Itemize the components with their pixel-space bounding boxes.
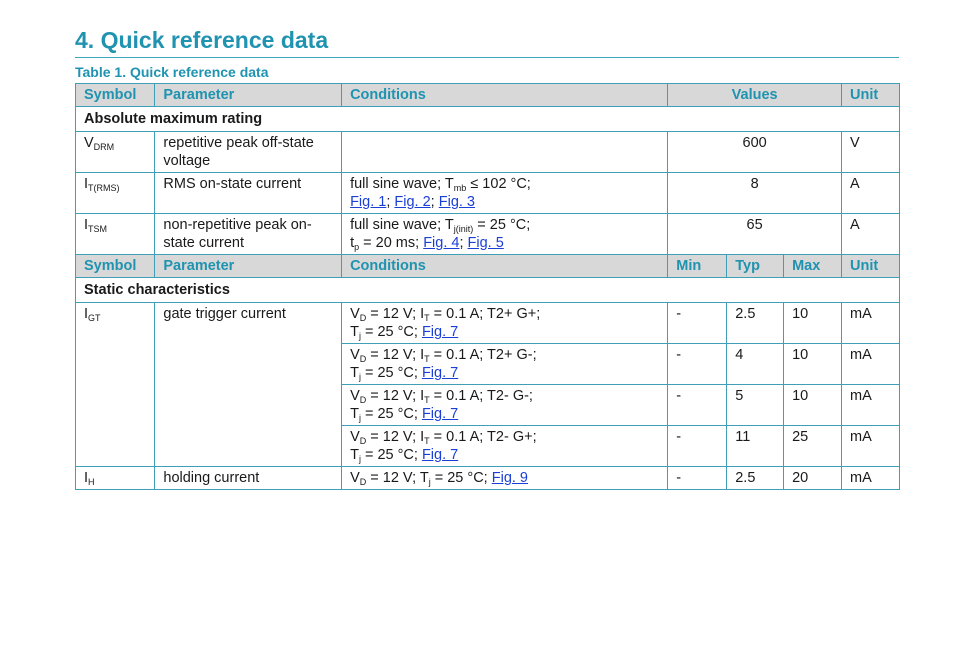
symbol-cell: VDRM (74, 131, 156, 173)
symbol-sub: T(RMS) (88, 183, 120, 193)
col-header-unit: Unit (841, 254, 900, 278)
conditions-cell: VD = 12 V; IT = 0.1 A; T2+ G-; Tj = 25 °C… (341, 343, 669, 385)
unit-cell: A (841, 172, 900, 214)
table-row: VDRM repetitive peak off-state voltage 6… (74, 131, 900, 173)
condition-text: ≤ 102 °C; (466, 176, 531, 192)
unit-cell: mA (841, 425, 900, 467)
polarity-text: T2- G+; (487, 429, 537, 445)
max-cell: 20 (783, 466, 843, 490)
typ-cell: 2.5 (726, 302, 785, 344)
condition-sub: j(init) (453, 224, 474, 234)
col-header-max: Max (783, 254, 843, 278)
table-row: IT(RMS) RMS on-state current full sine w… (74, 172, 900, 214)
conditions-cell: VD = 12 V; IT = 0.1 A; T2- G+; Tj = 25 °C… (341, 425, 669, 467)
group-label: Static characteristics (75, 277, 900, 303)
figure-link[interactable]: Fig. 7 (422, 324, 458, 340)
group-row-static: Static characteristics (75, 277, 900, 303)
min-cell: - (667, 384, 728, 426)
group-label: Absolute maximum rating (75, 106, 900, 132)
table-header-row: Symbol Parameter Conditions Values Unit (74, 83, 900, 107)
datasheet-page: 4. Quick reference data Table 1. Quick r… (0, 0, 974, 649)
col-header-parameter: Parameter (154, 254, 343, 278)
value-cell: 600 (667, 131, 843, 173)
polarity-text: T2+ G-; (487, 347, 537, 363)
min-cell: - (667, 302, 728, 344)
unit-cell: mA (841, 302, 900, 344)
conditions-cell: VD = 12 V; Tj = 25 °C; Fig. 9 (341, 466, 669, 490)
unit-cell: V (841, 131, 900, 173)
unit-cell: A (841, 213, 900, 255)
max-cell: 10 (783, 384, 843, 426)
parameter-cell: gate trigger current (154, 302, 343, 467)
col-header-typ: Typ (726, 254, 785, 278)
symbol-sub: DRM (93, 142, 115, 152)
conditions-cell: full sine wave; Tj(init) = 25 °C; tp = 2… (341, 213, 669, 255)
typ-cell: 11 (726, 425, 785, 467)
unit-cell: mA (841, 466, 900, 490)
symbol-cell: IGT (74, 302, 156, 467)
col-header-conditions: Conditions (341, 83, 669, 107)
figure-link[interactable]: Fig. 7 (422, 406, 458, 422)
title-divider (75, 57, 899, 58)
min-cell: - (667, 466, 728, 490)
parameter-cell: holding current (154, 466, 343, 490)
figure-link[interactable]: Fig. 7 (422, 447, 458, 463)
quick-reference-table: Symbol Parameter Conditions Values Unit … (74, 83, 900, 490)
table-subheader-row: Symbol Parameter Conditions Min Typ Max … (74, 254, 900, 278)
polarity-text: T2+ G+; (487, 306, 541, 322)
col-header-symbol: Symbol (74, 254, 156, 278)
conditions-cell: VD = 12 V; IT = 0.1 A; T2+ G+; Tj = 25 °C… (341, 302, 669, 344)
table-caption: Table 1. Quick reference data (75, 64, 269, 80)
min-cell: - (667, 343, 728, 385)
symbol-cell: IH (74, 466, 156, 490)
group-row-absolute-max: Absolute maximum rating (75, 106, 900, 132)
figure-link[interactable]: Fig. 7 (422, 365, 458, 381)
min-cell: - (667, 425, 728, 467)
table-row: ITSM non-repetitive peak on-state curren… (74, 213, 900, 255)
symbol-cell: IT(RMS) (74, 172, 156, 214)
parameter-cell: repetitive peak off-state voltage (154, 131, 343, 173)
table-row: IGT gate trigger current VD = 12 V; IT =… (74, 302, 900, 467)
figure-link[interactable]: Fig. 3 (439, 194, 475, 210)
symbol-main: V (84, 135, 94, 151)
conditions-cell (341, 131, 669, 173)
figure-link[interactable]: Fig. 9 (492, 470, 528, 486)
col-header-unit: Unit (841, 83, 900, 107)
condition-text: full sine wave; T (350, 176, 454, 192)
col-header-parameter: Parameter (154, 83, 343, 107)
condition-text: = 20 ms; (359, 235, 424, 251)
figure-link[interactable]: Fig. 1 (350, 194, 386, 210)
typ-cell: 4 (726, 343, 785, 385)
col-header-values: Values (667, 83, 843, 107)
typ-cell: 5 (726, 384, 785, 426)
symbol-cell: ITSM (74, 213, 156, 255)
max-cell: 25 (783, 425, 843, 467)
col-header-conditions: Conditions (341, 254, 669, 278)
value-cell: 8 (667, 172, 843, 214)
symbol-sub: H (88, 477, 95, 487)
condition-text: full sine wave; T (350, 217, 454, 233)
condition-text: = 25 °C; (473, 217, 531, 233)
parameter-cell: RMS on-state current (154, 172, 343, 214)
value-cell: 65 (667, 213, 843, 255)
parameter-cell: non-repetitive peak on-state current (154, 213, 343, 255)
unit-cell: mA (841, 343, 900, 385)
conditions-cell: full sine wave; Tmb ≤ 102 °C; Fig. 1; Fi… (341, 172, 669, 214)
symbol-sub: GT (88, 313, 101, 323)
table-row: IH holding current VD = 12 V; Tj = 25 °C… (74, 466, 900, 490)
col-header-symbol: Symbol (74, 83, 156, 107)
typ-cell: 2.5 (726, 466, 785, 490)
figure-link[interactable]: Fig. 4 (423, 235, 459, 251)
figure-link[interactable]: Fig. 5 (468, 235, 504, 251)
figure-link[interactable]: Fig. 2 (394, 194, 430, 210)
col-header-min: Min (667, 254, 728, 278)
condition-sub: mb (453, 183, 467, 193)
symbol-sub: TSM (88, 224, 108, 234)
max-cell: 10 (783, 302, 843, 344)
unit-cell: mA (841, 384, 900, 426)
polarity-text: T2- G-; (487, 388, 533, 404)
conditions-cell: VD = 12 V; IT = 0.1 A; T2- G-; Tj = 25 °C… (341, 384, 669, 426)
max-cell: 10 (783, 343, 843, 385)
section-title: 4. Quick reference data (75, 27, 329, 53)
